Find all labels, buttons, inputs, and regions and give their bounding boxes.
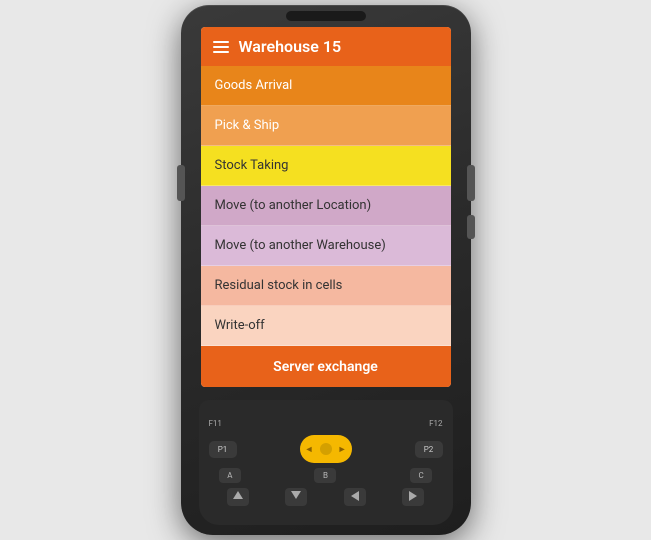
p2-button[interactable]: P2 <box>415 441 443 458</box>
dpad[interactable]: ◄ ► <box>300 435 352 463</box>
p-btn-row: P1 ◄ ► P2 <box>209 435 443 463</box>
menu-item-pick-ship[interactable]: Pick & Ship <box>201 106 451 146</box>
alpha-b-label: B <box>323 471 328 480</box>
screen: Warehouse 15 Goods Arrival Pick & Ship S… <box>201 27 451 387</box>
menu-item-residual[interactable]: Residual stock in cells <box>201 266 451 306</box>
screen-header: Warehouse 15 <box>201 27 451 66</box>
fn12-label: F12 <box>429 419 442 428</box>
nav-right-button[interactable] <box>402 488 424 506</box>
nav-row <box>209 488 443 506</box>
nav-up-icon <box>233 491 243 499</box>
side-button-right-2[interactable] <box>467 215 475 239</box>
nav-left-button[interactable] <box>344 488 366 506</box>
menu-item-stock-taking[interactable]: Stock Taking <box>201 146 451 186</box>
dpad-left-icon[interactable]: ◄ <box>305 444 314 455</box>
nav-up-button[interactable] <box>227 488 249 506</box>
dpad-container: ◄ ► <box>300 435 352 463</box>
nav-down-icon <box>291 491 301 499</box>
nav-right-icon <box>409 491 417 501</box>
device-body: Warehouse 15 Goods Arrival Pick & Ship S… <box>181 5 471 535</box>
menu-item-writeoff[interactable]: Write-off <box>201 306 451 346</box>
alpha-b-button[interactable]: B <box>314 468 336 483</box>
screen-title: Warehouse 15 <box>239 37 342 56</box>
menu-item-move-warehouse[interactable]: Move (to another Warehouse) <box>201 226 451 266</box>
top-bumper <box>286 11 366 21</box>
nav-left-icon <box>351 491 359 501</box>
device: Warehouse 15 Goods Arrival Pick & Ship S… <box>181 5 471 535</box>
alpha-row: A B C <box>209 468 443 483</box>
keypad-area: F11 F12 P1 ◄ ► P2 A <box>199 400 453 525</box>
dpad-right-icon[interactable]: ► <box>338 444 347 455</box>
fn11-label: F11 <box>209 419 222 428</box>
side-button-right[interactable] <box>467 165 475 201</box>
hamburger-icon[interactable] <box>213 41 229 53</box>
p1-button[interactable]: P1 <box>209 441 237 458</box>
dpad-center-button[interactable] <box>320 443 332 455</box>
nav-down-button[interactable] <box>285 488 307 506</box>
menu-item-goods-arrival[interactable]: Goods Arrival <box>201 66 451 106</box>
server-exchange-button[interactable]: Server exchange <box>201 346 451 387</box>
menu-item-move-location[interactable]: Move (to another Location) <box>201 186 451 226</box>
side-button-left[interactable] <box>177 165 185 201</box>
fn-row: F11 F12 <box>209 419 443 428</box>
alpha-a-button[interactable]: A <box>219 468 241 483</box>
alpha-c-button[interactable]: C <box>410 468 432 483</box>
alpha-a-label: A <box>227 471 232 480</box>
alpha-c-label: C <box>418 471 423 480</box>
